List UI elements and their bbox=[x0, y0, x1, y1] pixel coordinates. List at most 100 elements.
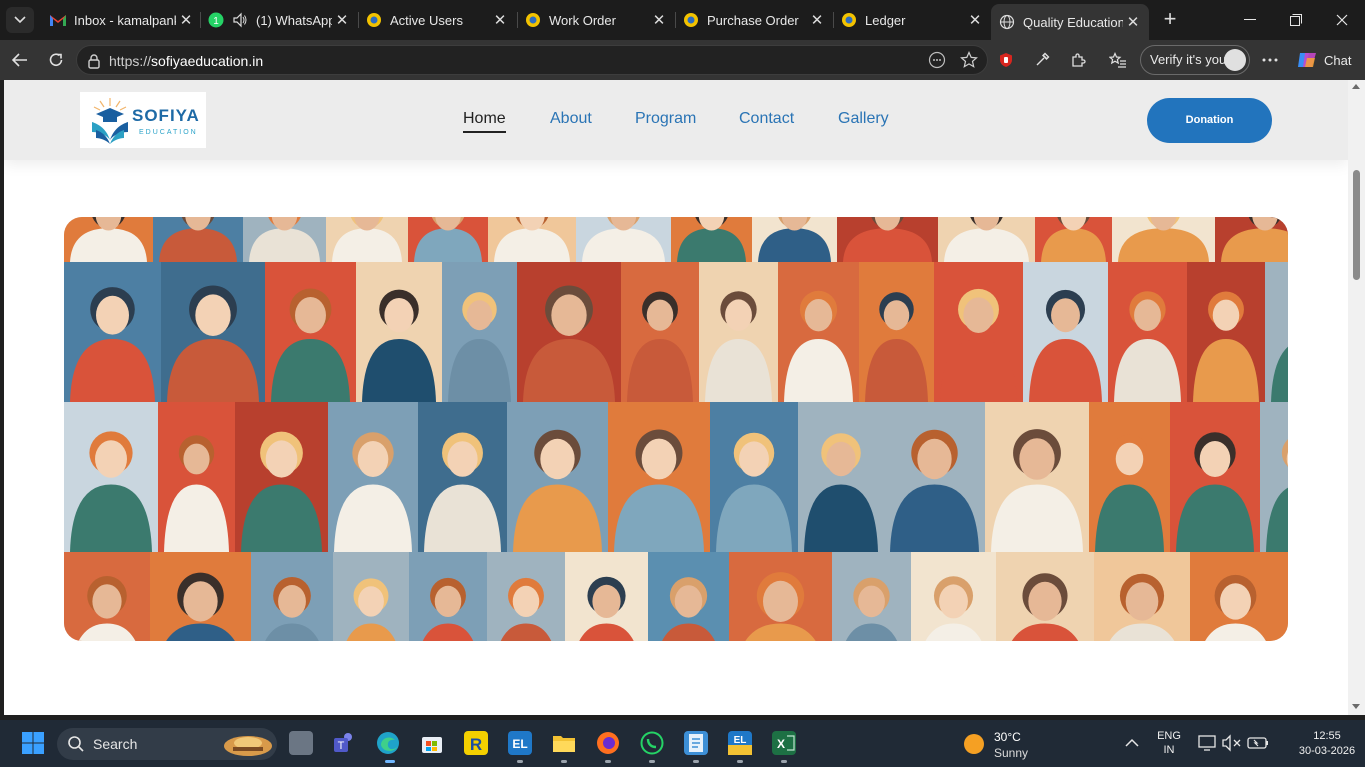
address-bar[interactable]: https://sofiyaeducation.in bbox=[76, 45, 988, 75]
nav-about-link[interactable]: About bbox=[550, 110, 592, 128]
back-arrow-icon[interactable] bbox=[8, 48, 32, 72]
nav-program-link[interactable]: Program bbox=[635, 110, 696, 128]
clock-time: 12:55 bbox=[1313, 730, 1341, 742]
favorite-star-icon[interactable] bbox=[957, 48, 981, 72]
search-highlight-image bbox=[224, 736, 272, 756]
tab-quality-education[interactable]: Quality Education f ✕ bbox=[991, 4, 1149, 40]
file-explorer-icon[interactable] bbox=[552, 731, 576, 755]
clock[interactable]: 12:55 30-03-2026 bbox=[1296, 730, 1358, 757]
nav-contact-link[interactable]: Contact bbox=[739, 110, 794, 128]
restore-icon[interactable] bbox=[1284, 8, 1308, 32]
language-code: ENG bbox=[1157, 730, 1181, 742]
weather-condition: Sunny bbox=[994, 746, 1029, 760]
nav-gallery-link[interactable]: Gallery bbox=[838, 110, 889, 128]
dropper-icon[interactable] bbox=[1030, 48, 1054, 72]
refresh-icon[interactable] bbox=[44, 48, 68, 72]
firefox-icon[interactable] bbox=[596, 731, 620, 755]
extensions-puzzle-icon[interactable] bbox=[1066, 48, 1090, 72]
scroll-up-arrow-icon[interactable] bbox=[1352, 84, 1360, 89]
notepad-icon[interactable] bbox=[684, 731, 708, 755]
tab-purchase-order[interactable]: Purchase Order ✕ bbox=[675, 5, 833, 35]
tab-gmail[interactable]: Inbox - kamalpankaj ✕ bbox=[42, 5, 202, 35]
svg-text:EL: EL bbox=[734, 735, 747, 746]
tab-title: Purchase Order bbox=[707, 12, 799, 28]
globe-icon bbox=[999, 14, 1015, 30]
logo-wordmark: SOFIYA bbox=[132, 106, 200, 125]
close-tab-icon[interactable]: ✕ bbox=[332, 10, 352, 30]
tab-actions-menu-button[interactable] bbox=[6, 7, 34, 33]
avatar bbox=[1224, 49, 1246, 71]
running-app-indicator bbox=[693, 760, 699, 763]
search-icon bbox=[68, 736, 84, 752]
site-info-icon[interactable] bbox=[85, 52, 103, 70]
profile-verify-button[interactable]: Verify it's you bbox=[1140, 45, 1250, 75]
close-tab-icon[interactable]: ✕ bbox=[807, 10, 827, 30]
verify-label: Verify it's you bbox=[1150, 52, 1227, 67]
el-app-icon[interactable]: EL bbox=[508, 731, 532, 755]
tab-title: Inbox - kamalpankaj bbox=[74, 12, 176, 28]
nav-home-link[interactable]: Home bbox=[463, 110, 506, 133]
close-tab-icon[interactable]: ✕ bbox=[490, 10, 510, 30]
close-window-icon[interactable] bbox=[1330, 8, 1354, 32]
chat-label: Chat bbox=[1324, 52, 1352, 68]
page-scrollbar[interactable] bbox=[1348, 80, 1365, 715]
tab-title: Quality Education f bbox=[1023, 14, 1123, 30]
copilot-chat-button[interactable]: Chat bbox=[1296, 48, 1351, 72]
tab-work-order[interactable]: Work Order ✕ bbox=[517, 5, 675, 35]
browser-toolbar: https://sofiyaeducation.in Verify it's y… bbox=[0, 40, 1365, 80]
donation-button[interactable]: Donation bbox=[1147, 98, 1272, 143]
new-tab-button[interactable]: + bbox=[1158, 8, 1182, 32]
close-tab-icon[interactable]: ✕ bbox=[965, 10, 985, 30]
task-view-icon[interactable] bbox=[289, 731, 313, 755]
tab-active-users[interactable]: Active Users ✕ bbox=[358, 5, 516, 35]
windows-start-icon[interactable] bbox=[21, 731, 45, 755]
svg-text:T: T bbox=[338, 740, 345, 752]
close-tab-icon[interactable]: ✕ bbox=[1123, 12, 1143, 32]
minimize-icon[interactable] bbox=[1238, 8, 1262, 32]
sun-icon bbox=[964, 734, 984, 754]
portrait-collage-illustration bbox=[64, 217, 1288, 641]
taskbar-search-box[interactable]: Search bbox=[57, 728, 277, 760]
whatsapp-icon: 1 bbox=[208, 12, 224, 28]
speaker-icon[interactable] bbox=[232, 12, 248, 28]
svg-text:1: 1 bbox=[213, 16, 219, 27]
extension-red-icon[interactable] bbox=[994, 48, 1018, 72]
running-app-indicator bbox=[605, 760, 611, 763]
tab-whatsapp[interactable]: 1 (1) WhatsApp ✕ bbox=[200, 5, 358, 35]
whatsapp-taskbar-icon[interactable] bbox=[640, 731, 664, 755]
teams-icon[interactable]: T bbox=[332, 731, 356, 755]
site-logo[interactable]: SOFIYA EDUCATION bbox=[80, 92, 206, 148]
battery-icon[interactable] bbox=[1246, 731, 1270, 755]
volume-muted-icon[interactable] bbox=[1220, 731, 1244, 755]
svg-text:X: X bbox=[777, 737, 785, 751]
excel-icon[interactable]: X bbox=[772, 731, 796, 755]
reading-mode-icon[interactable] bbox=[925, 48, 949, 72]
scrollbar-thumb[interactable] bbox=[1353, 170, 1360, 280]
edge-icon[interactable] bbox=[376, 731, 400, 755]
running-app-indicator bbox=[649, 760, 655, 763]
close-tab-icon[interactable]: ✕ bbox=[649, 10, 669, 30]
language-indicator[interactable]: ENG IN bbox=[1152, 730, 1186, 756]
chevron-up-icon[interactable] bbox=[1120, 733, 1144, 757]
scroll-down-arrow-icon[interactable] bbox=[1352, 704, 1360, 709]
copilot-icon bbox=[1298, 53, 1316, 67]
running-app-indicator bbox=[737, 760, 743, 763]
region-code: IN bbox=[1163, 744, 1175, 756]
app-icon bbox=[366, 12, 382, 28]
more-options-icon[interactable] bbox=[1258, 48, 1282, 72]
network-icon[interactable] bbox=[1196, 731, 1220, 755]
gmail-icon bbox=[50, 12, 66, 28]
tab-title: Active Users bbox=[390, 12, 463, 28]
logo-emblem-icon bbox=[92, 98, 128, 144]
close-tab-icon[interactable]: ✕ bbox=[176, 10, 196, 30]
logo-subtitle: EDUCATION bbox=[139, 129, 198, 136]
running-app-indicator bbox=[781, 760, 787, 763]
tab-ledger[interactable]: Ledger ✕ bbox=[833, 5, 991, 35]
app-icon bbox=[683, 12, 699, 28]
weather-temperature: 30°C bbox=[994, 730, 1021, 744]
favorites-list-icon[interactable] bbox=[1106, 48, 1130, 72]
store-icon[interactable] bbox=[420, 731, 444, 755]
site-header: SOFIYA EDUCATION Home About Program Cont… bbox=[4, 80, 1348, 160]
tally-r-icon[interactable]: R bbox=[464, 731, 488, 755]
el-folder-icon[interactable]: EL bbox=[728, 731, 752, 755]
